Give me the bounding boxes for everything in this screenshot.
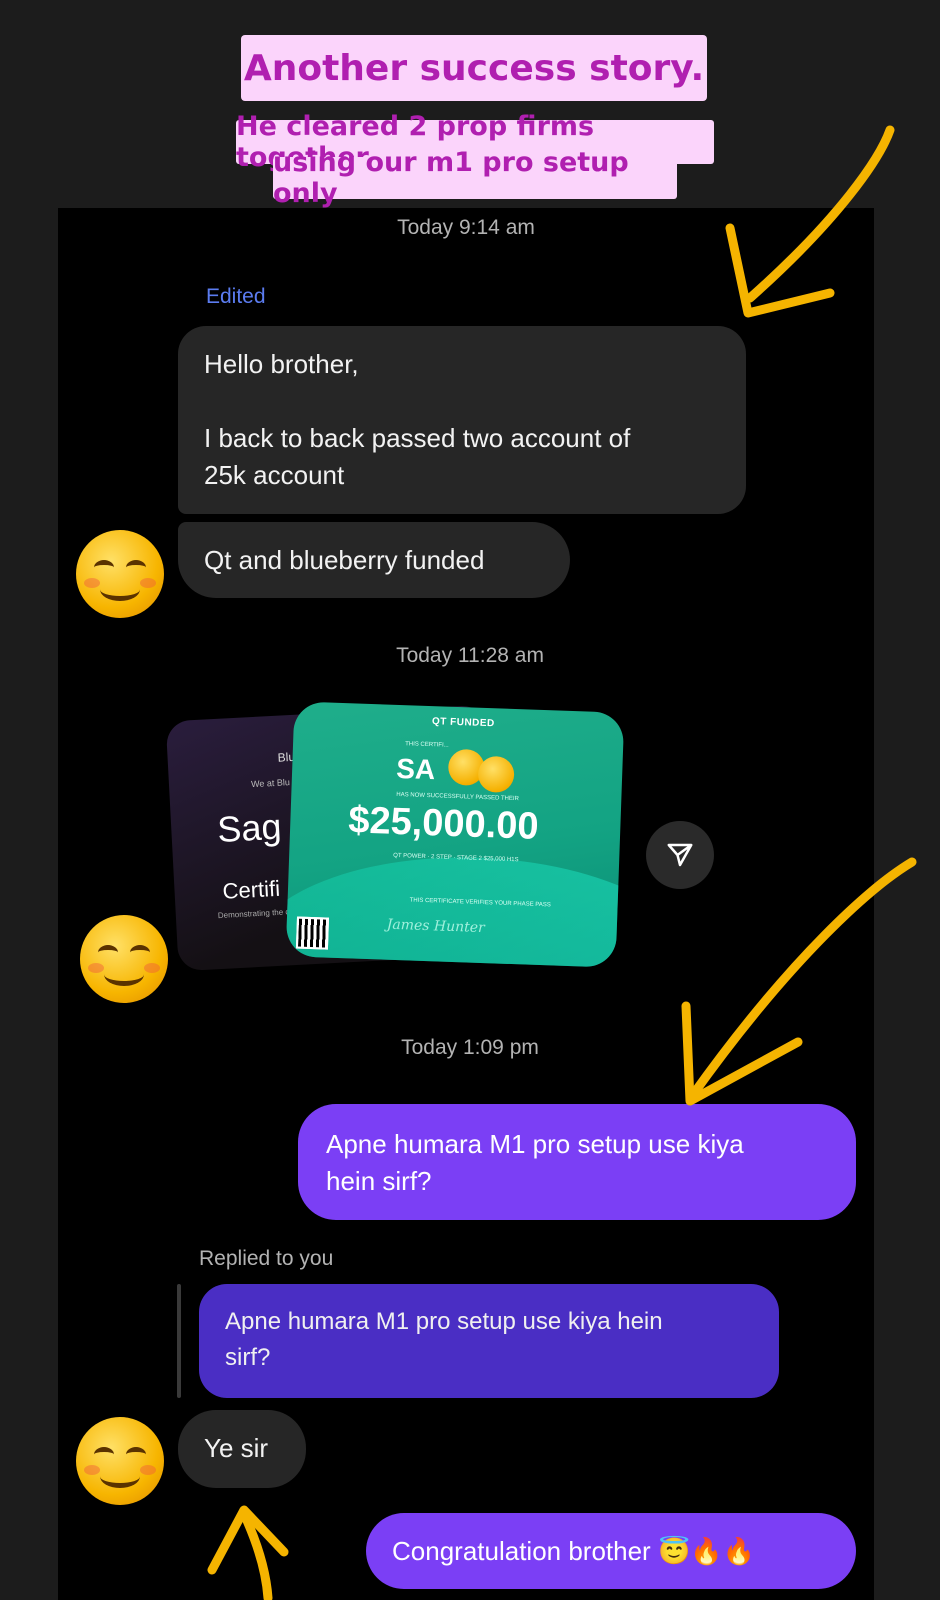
cert-label: Certifi bbox=[221, 875, 281, 904]
message-text: I back to back passed two account of bbox=[204, 423, 631, 453]
sender-avatar[interactable] bbox=[76, 530, 164, 618]
banner-subtitle-line2: using our m1 pro setup only bbox=[273, 147, 677, 209]
annotation-arrow-icon bbox=[725, 125, 895, 318]
message-text: Apne humara M1 pro setup use kiya bbox=[326, 1129, 744, 1159]
certificate-image-qt-funded[interactable]: QT FUNDED THIS CERTIFI... SA HAS NOW SUC… bbox=[285, 701, 625, 968]
cert-brand: QT FUNDED bbox=[431, 716, 495, 730]
annotation-arrow-icon bbox=[207, 1505, 289, 1600]
cert-name: SA bbox=[395, 752, 436, 786]
smiling-face-icon bbox=[477, 755, 515, 794]
message-text: Congratulation brother 😇🔥🔥 bbox=[392, 1536, 756, 1566]
cert-text: Demonstrating the c bbox=[217, 907, 290, 921]
message-text: hein sirf? bbox=[326, 1166, 432, 1196]
message-text: Ye sir bbox=[204, 1433, 269, 1463]
timestamp: Today 11:28 am bbox=[396, 644, 544, 667]
cert-signature: James Hunter bbox=[386, 916, 486, 937]
message-bubble[interactable]: Qt and blueberry funded bbox=[178, 522, 570, 598]
replied-label: Replied to you bbox=[199, 1247, 334, 1270]
qr-code-icon bbox=[295, 916, 330, 950]
message-text: Apne humara M1 pro setup use kiya hein bbox=[225, 1308, 663, 1335]
edited-label: Edited bbox=[206, 285, 266, 308]
cert-decoration bbox=[285, 849, 625, 968]
cert-name: Sag bbox=[216, 805, 283, 850]
reply-indicator-bar bbox=[177, 1284, 181, 1398]
message-text: Hello brother, bbox=[204, 349, 359, 379]
cert-text: THIS CERTIFI... bbox=[405, 741, 449, 749]
message-text: 25k account bbox=[204, 460, 345, 490]
cert-text: We at Blu bbox=[250, 777, 291, 790]
banner-title: Another success story. bbox=[241, 35, 707, 101]
message-bubble[interactable]: Hello brother, I back to back passed two… bbox=[178, 326, 746, 514]
message-text: Qt and blueberry funded bbox=[204, 545, 485, 575]
message-text: sirf? bbox=[225, 1344, 271, 1371]
annotation-arrow-icon bbox=[681, 857, 917, 1106]
sender-avatar[interactable] bbox=[80, 915, 168, 1003]
quoted-message[interactable]: Apne humara M1 pro setup use kiya hein s… bbox=[199, 1284, 779, 1398]
sender-avatar[interactable] bbox=[76, 1417, 164, 1505]
message-bubble[interactable]: Congratulation brother 😇🔥🔥 bbox=[366, 1513, 856, 1589]
cert-amount: $25,000.00 bbox=[347, 799, 540, 848]
message-bubble[interactable]: Ye sir bbox=[178, 1410, 306, 1488]
